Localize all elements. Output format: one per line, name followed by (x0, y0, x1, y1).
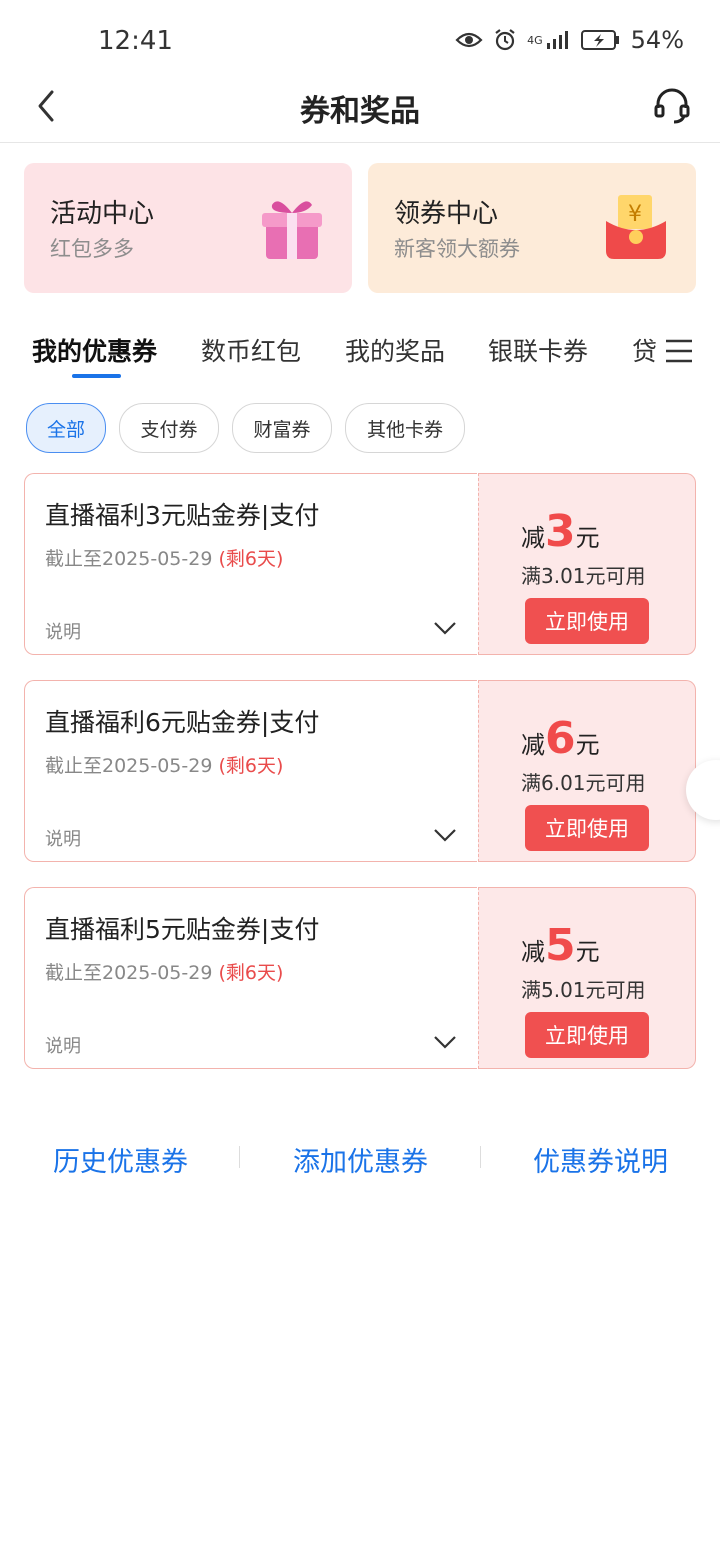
chip-payment-coupon[interactable]: 支付券 (119, 403, 219, 453)
days-remaining: (剩6天) (218, 548, 284, 570)
customer-service-button[interactable] (652, 86, 692, 126)
coupon-condition: 满6.01元可用 (521, 771, 646, 795)
nav-bar: 券和奖品 (0, 72, 720, 143)
discount-unit: 元 (575, 731, 600, 759)
coupon-value-panel: 减6元 满6.01元可用 立即使用 (478, 680, 696, 862)
coupon-title: 直播福利3元贴金券|支付 (45, 501, 320, 530)
expiry-date: 截止至2025-05-29 (45, 548, 213, 570)
divider (239, 1146, 240, 1168)
divider (480, 1146, 481, 1168)
coupon-description-label: 说明 (45, 1036, 81, 1057)
days-remaining: (剩6天) (218, 962, 284, 984)
expand-description-chevron-icon[interactable] (433, 827, 457, 843)
alarm-icon (493, 28, 517, 52)
use-now-button[interactable]: 立即使用 (525, 805, 649, 851)
coupon-info: 直播福利5元贴金券|支付 截止至2025-05-29 (剩6天) 说明 (24, 887, 477, 1069)
activity-center-card[interactable]: 活动中心 红包多多 (24, 163, 352, 293)
gift-box-icon (256, 191, 328, 263)
signal-icon: 4G (527, 29, 571, 51)
coupon-expiry: 截止至2025-05-29 (剩6天) (45, 544, 283, 571)
headset-icon (654, 88, 690, 124)
chip-wealth-coupon[interactable]: 财富券 (232, 403, 332, 453)
svg-text:¥: ¥ (628, 202, 642, 227)
expiry-date: 截止至2025-05-29 (45, 962, 213, 984)
eye-icon (455, 30, 483, 50)
coupon-condition: 满3.01元可用 (521, 564, 646, 588)
tab-my-prizes[interactable]: 我的奖品 (345, 332, 445, 368)
battery-level: 54% (630, 26, 684, 54)
coupon-expiry: 截止至2025-05-29 (剩6天) (45, 958, 283, 985)
chip-other-card-coupons[interactable]: 其他卡券 (345, 403, 465, 453)
chip-all[interactable]: 全部 (26, 403, 106, 453)
coupon-card: 直播福利6元贴金券|支付 截止至2025-05-29 (剩6天) 说明 减6元 … (24, 680, 696, 862)
coupon-info: 直播福利6元贴金券|支付 截止至2025-05-29 (剩6天) 说明 (24, 680, 477, 862)
discount-prefix: 减 (521, 524, 545, 552)
use-now-button[interactable]: 立即使用 (525, 598, 649, 644)
coupon-card: 直播福利3元贴金券|支付 截止至2025-05-29 (剩6天) 说明 减3元 … (24, 473, 696, 655)
tab-my-coupons[interactable]: 我的优惠券 (32, 332, 157, 368)
expiry-date: 截止至2025-05-29 (45, 755, 213, 777)
coupon-description-label: 说明 (45, 622, 81, 643)
card-title: 活动中心 (50, 199, 155, 229)
coupon-title: 直播福利5元贴金券|支付 (45, 915, 320, 944)
coupon-title: 直播福利6元贴金券|支付 (45, 708, 320, 737)
discount-amount: 6 (545, 713, 576, 764)
discount-prefix: 减 (521, 731, 545, 759)
more-tabs-menu-icon[interactable] (664, 336, 694, 366)
card-subtitle: 红包多多 (50, 237, 134, 261)
days-remaining: (剩6天) (218, 755, 284, 777)
coupon-discount: 减3元 (521, 506, 600, 557)
active-tab-indicator (72, 374, 121, 378)
discount-unit: 元 (575, 938, 600, 966)
coupon-condition: 满5.01元可用 (521, 978, 646, 1002)
coupon-info: 直播福利3元贴金券|支付 截止至2025-05-29 (剩6天) 说明 (24, 473, 477, 655)
discount-amount: 3 (545, 506, 576, 557)
coupon-center-card[interactable]: 领券中心 新客领大额券 ¥ (368, 163, 696, 293)
coupon-discount: 减5元 (521, 920, 600, 971)
expand-description-chevron-icon[interactable] (433, 620, 457, 636)
coupon-description-label: 说明 (45, 829, 81, 850)
status-time: 12:41 (98, 26, 173, 56)
coupon-explanation-link[interactable]: 优惠券说明 (533, 1140, 668, 1179)
coupon-value-panel: 减3元 满3.01元可用 立即使用 (478, 473, 696, 655)
red-envelope-icon: ¥ (600, 191, 672, 263)
coupon-value-panel: 减5元 满5.01元可用 立即使用 (478, 887, 696, 1069)
discount-prefix: 减 (521, 938, 545, 966)
discount-unit: 元 (575, 524, 600, 552)
card-title: 领券中心 (394, 199, 499, 229)
page-title: 券和奖品 (300, 94, 420, 129)
add-coupon-link[interactable]: 添加优惠券 (293, 1140, 428, 1179)
battery-icon (580, 29, 621, 51)
history-coupons-link[interactable]: 历史优惠券 (53, 1140, 188, 1179)
card-subtitle: 新客领大额券 (394, 237, 520, 261)
use-now-button[interactable]: 立即使用 (525, 1012, 649, 1058)
coupon-discount: 减6元 (521, 713, 600, 764)
tab-digital-red-packets[interactable]: 数币红包 (201, 332, 301, 368)
coupon-expiry: 截止至2025-05-29 (剩6天) (45, 751, 283, 778)
expand-description-chevron-icon[interactable] (433, 1034, 457, 1050)
status-icons: 4G 54% (455, 26, 684, 54)
discount-amount: 5 (545, 920, 576, 971)
tab-loan[interactable]: 贷 (632, 332, 657, 368)
tab-unionpay-card-coupons[interactable]: 银联卡券 (488, 332, 588, 368)
coupon-card: 直播福利5元贴金券|支付 截止至2025-05-29 (剩6天) 说明 减5元 … (24, 887, 696, 1069)
status-bar: 12:41 4G 54% (0, 0, 720, 80)
network-type: 4G (527, 33, 543, 47)
